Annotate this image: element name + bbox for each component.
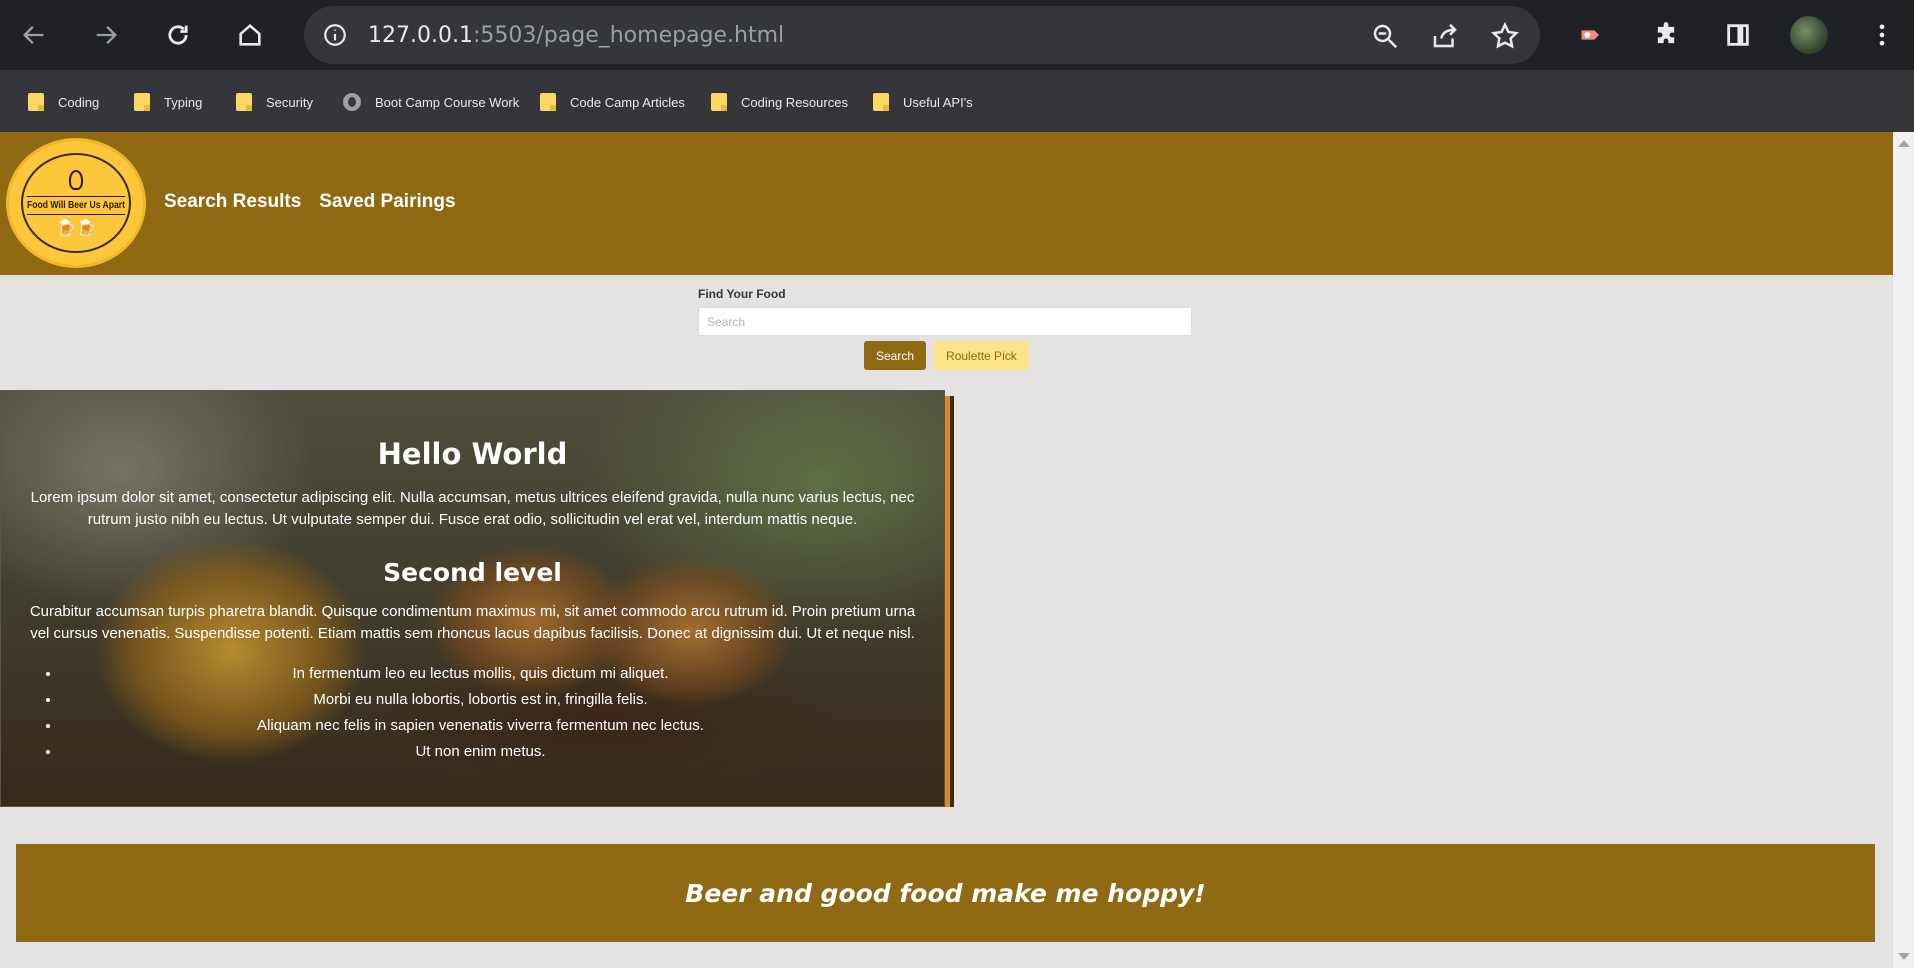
main-nav: Search Results Saved Pairings xyxy=(164,191,456,213)
bookmarks-bar: Coding Typing Security Boot Camp Course … xyxy=(0,70,1914,132)
extension-record-icon[interactable] xyxy=(1572,15,1612,55)
folder-icon xyxy=(540,93,556,111)
bookmark-label: Code Camp Articles xyxy=(570,94,685,110)
logo-text: Food Will Beer Us Apart xyxy=(26,195,126,215)
zoom-icon[interactable] xyxy=(1370,21,1400,51)
folder-icon xyxy=(711,93,727,111)
search-label: Find Your Food xyxy=(698,287,786,301)
bookmark-useful-apis[interactable]: Useful API's xyxy=(873,92,973,112)
bookmark-label: Boot Camp Course Work xyxy=(375,94,520,110)
search-form: Find Your Food xyxy=(698,285,1192,336)
folder-icon xyxy=(28,93,44,111)
bookmark-boot-camp[interactable]: Boot Camp Course Work xyxy=(343,92,519,112)
page-scrollbar[interactable] xyxy=(1893,132,1914,968)
site-info-icon[interactable] xyxy=(322,22,348,48)
bookmark-typing[interactable]: Typing xyxy=(134,92,202,112)
back-icon[interactable] xyxy=(14,15,54,55)
nav-saved-pairings[interactable]: Saved Pairings xyxy=(319,191,455,213)
bookmark-label: Security xyxy=(266,94,313,110)
site-logo[interactable]: Food Will Beer Us Apart 🍺🍺 xyxy=(6,138,146,268)
list-item: Ut non enim metus. xyxy=(61,739,920,765)
bookmark-label: Coding xyxy=(58,94,100,110)
list-item: Aliquam nec felis in sapien venenatis vi… xyxy=(61,713,920,739)
hero-accent-edge xyxy=(945,396,954,807)
search-buttons: Search Roulette Pick xyxy=(864,341,1029,370)
address-bar[interactable]: 127.0.0.1:5503/page_homepage.html xyxy=(304,6,1540,64)
url-path: /page_homepage.html xyxy=(536,23,785,48)
extensions-puzzle-icon[interactable] xyxy=(1646,15,1686,55)
reload-icon[interactable] xyxy=(158,15,198,55)
scroll-up-arrow-icon[interactable] xyxy=(1898,140,1910,147)
profile-avatar[interactable] xyxy=(1790,16,1828,54)
bookmark-security[interactable]: Security xyxy=(236,92,313,112)
search-button[interactable]: Search xyxy=(864,341,927,370)
url-host: 127.0.0.1 xyxy=(368,23,473,48)
bookmark-star-icon[interactable] xyxy=(1490,21,1520,51)
nav-search-results[interactable]: Search Results xyxy=(164,191,301,213)
bookmark-label: Typing xyxy=(164,94,203,110)
logo-badge: Food Will Beer Us Apart 🍺🍺 xyxy=(21,153,131,253)
bookmark-coding-resources[interactable]: Coding Resources xyxy=(711,92,848,112)
hero-title: Hello World xyxy=(377,437,568,471)
site-footer: Beer and good food make me hoppy! xyxy=(16,844,1875,942)
list-item: Morbi eu nulla lobortis, lobortis est in… xyxy=(61,687,920,713)
menu-kebab-icon[interactable] xyxy=(1862,15,1902,55)
bookmark-label: Coding Resources xyxy=(741,94,848,110)
bookmark-code-camp[interactable]: Code Camp Articles xyxy=(540,92,685,112)
hero-paragraph-2: Curabitur accumsan turpis pharetra bland… xyxy=(29,603,916,642)
site-header: Food Will Beer Us Apart 🍺🍺 Search Result… xyxy=(0,132,1893,275)
wheat-icon xyxy=(69,169,83,190)
bookmark-label: Useful API's xyxy=(903,94,973,110)
folder-icon xyxy=(873,93,889,111)
hero-section: Hello World Lorem ipsum dolor sit amet, … xyxy=(0,390,945,807)
hero-content: Hello World Lorem ipsum dolor sit amet, … xyxy=(1,391,944,765)
home-icon[interactable] xyxy=(230,15,270,55)
share-icon[interactable] xyxy=(1430,21,1460,51)
beer-mugs-icon: 🍺🍺 xyxy=(56,219,96,237)
search-input[interactable] xyxy=(698,307,1192,336)
url-port: :5503 xyxy=(472,23,537,48)
globe-icon xyxy=(343,93,361,111)
url-text: 127.0.0.1:5503/page_homepage.html xyxy=(368,23,784,48)
bookmark-coding[interactable]: Coding xyxy=(28,92,99,112)
footer-tagline: Beer and good food make me hoppy! xyxy=(685,878,1206,908)
folder-icon xyxy=(236,93,252,111)
hero-paragraph-1: Lorem ipsum dolor sit amet, consectetur … xyxy=(30,489,915,528)
hero-list: In fermentum leo eu lectus mollis, quis … xyxy=(25,661,920,765)
page-content: Food Will Beer Us Apart 🍺🍺 Search Result… xyxy=(0,132,1893,968)
scroll-down-arrow-icon[interactable] xyxy=(1898,953,1910,960)
roulette-pick-button[interactable]: Roulette Pick xyxy=(934,341,1029,370)
side-panel-icon[interactable] xyxy=(1718,15,1758,55)
browser-toolbar: 127.0.0.1:5503/page_homepage.html xyxy=(0,0,1914,70)
hero-subtitle: Second level xyxy=(383,558,562,587)
forward-icon[interactable] xyxy=(86,15,126,55)
folder-icon xyxy=(134,93,150,111)
list-item: In fermentum leo eu lectus mollis, quis … xyxy=(61,661,920,687)
